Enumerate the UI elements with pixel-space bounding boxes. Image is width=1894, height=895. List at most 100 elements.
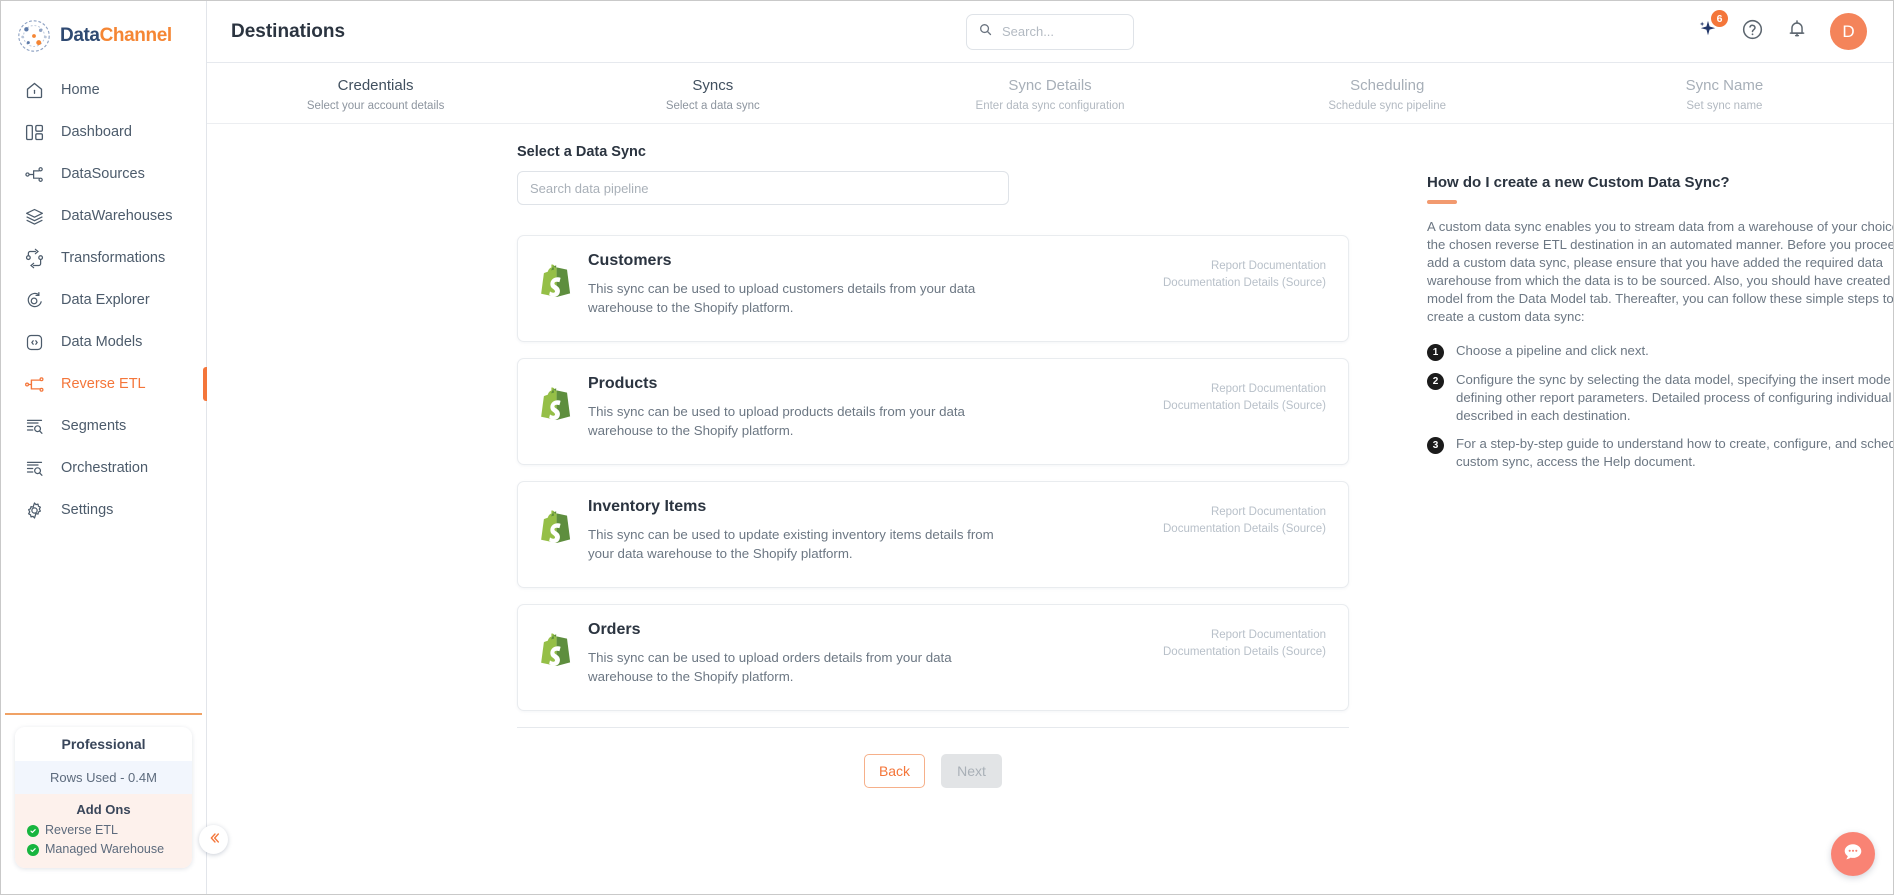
sidebar-item-home[interactable]: Home bbox=[1, 69, 206, 111]
top-bar-actions: 6 D bbox=[1697, 10, 1867, 50]
sidebar-item-datasources[interactable]: DataSources bbox=[1, 153, 206, 195]
notifications-button[interactable] bbox=[1786, 18, 1808, 45]
help-panel: How do I create a new Custom Data Sync? … bbox=[1412, 144, 1893, 788]
sync-card-body: Customers This sync can be used to uploa… bbox=[588, 252, 1147, 325]
sync-card-description: This sync can be used to upload products… bbox=[588, 404, 965, 438]
chat-bubble-icon bbox=[1841, 840, 1865, 869]
sync-card-links: Report Documentation Documentation Detai… bbox=[1163, 375, 1326, 448]
sidebar-item-label: Reverse ETL bbox=[61, 376, 146, 392]
check-circle-icon bbox=[27, 843, 39, 856]
documentation-details-source-link[interactable]: Documentation Details (Source) bbox=[1163, 398, 1326, 415]
report-documentation-link[interactable]: Report Documentation bbox=[1163, 627, 1326, 644]
segments-icon bbox=[23, 415, 45, 437]
shopify-icon bbox=[538, 387, 572, 425]
report-documentation-link[interactable]: Report Documentation bbox=[1163, 504, 1326, 521]
data-models-icon bbox=[23, 331, 45, 353]
help-button[interactable] bbox=[1741, 18, 1764, 46]
list-item: 1 Choose a pipeline and click next. bbox=[1427, 342, 1893, 361]
pipeline-search-input[interactable] bbox=[517, 171, 1009, 205]
report-documentation-link[interactable]: Report Documentation bbox=[1163, 381, 1326, 398]
sidebar-item-data-explorer[interactable]: Data Explorer bbox=[1, 279, 206, 321]
sidebar-item-label: Home bbox=[61, 82, 100, 98]
sync-selection-column: Select a Data Sync Search data pipeline … bbox=[207, 144, 1412, 788]
shopify-icon bbox=[538, 510, 572, 548]
home-icon bbox=[23, 79, 45, 101]
step-sync-name[interactable]: Sync Name Set sync name bbox=[1556, 75, 1893, 115]
sync-card-title: Inventory Items bbox=[588, 498, 707, 515]
brand-name-part2: Channel bbox=[99, 25, 173, 46]
sync-card-products[interactable]: Products This sync can be used to upload… bbox=[517, 358, 1349, 465]
help-circle-icon bbox=[1741, 18, 1764, 46]
chat-support-button[interactable] bbox=[1831, 832, 1875, 876]
back-button[interactable]: Back bbox=[864, 754, 925, 788]
datawarehouses-icon bbox=[23, 205, 45, 227]
sync-card-links: Report Documentation Documentation Detai… bbox=[1163, 498, 1326, 571]
sidebar-item-data-models[interactable]: Data Models bbox=[1, 321, 206, 363]
orchestration-icon bbox=[23, 457, 45, 479]
step-title: Syncs bbox=[692, 77, 734, 94]
step-subtitle: Enter data sync configuration bbox=[975, 100, 1125, 112]
dashboard-icon bbox=[23, 121, 45, 143]
step-sync-details[interactable]: Sync Details Enter data sync configurati… bbox=[881, 75, 1218, 115]
addon-label: Managed Warehouse bbox=[45, 842, 165, 856]
documentation-details-source-link[interactable]: Documentation Details (Source) bbox=[1163, 275, 1326, 292]
help-step-text: Configure the sync by selecting the data… bbox=[1456, 372, 1893, 423]
sync-card-title: Customers bbox=[588, 252, 672, 269]
step-subtitle: Set sync name bbox=[1686, 100, 1763, 112]
sync-card-body: Orders This sync can be used to upload o… bbox=[588, 621, 1147, 694]
sidebar-item-transformations[interactable]: Transformations bbox=[1, 237, 206, 279]
avatar-initial: D bbox=[1842, 21, 1855, 41]
sidebar-collapse-button[interactable] bbox=[199, 825, 228, 854]
global-search[interactable] bbox=[966, 13, 1134, 50]
documentation-details-source-link[interactable]: Documentation Details (Source) bbox=[1163, 521, 1326, 538]
help-panel-paragraph: A custom data sync enables you to stream… bbox=[1427, 219, 1893, 324]
sidebar-nav: Home Dashboard DataSources DataWarehouse… bbox=[1, 69, 207, 531]
sidebar-item-label: Segments bbox=[61, 418, 127, 434]
sync-card-body: Products This sync can be used to upload… bbox=[588, 375, 1147, 448]
wizard-stepper: Credentials Select your account details … bbox=[207, 63, 1893, 124]
sync-card-customers[interactable]: Customers This sync can be used to uploa… bbox=[517, 235, 1349, 342]
section-title-select-data-sync: Select a Data Sync bbox=[517, 144, 646, 160]
step-scheduling[interactable]: Scheduling Schedule sync pipeline bbox=[1219, 75, 1556, 115]
avatar[interactable]: D bbox=[1830, 13, 1867, 50]
wizard-button-row: Back Next bbox=[517, 754, 1349, 788]
gear-icon bbox=[23, 499, 45, 521]
sync-card-description: This sync can be used to update existing… bbox=[588, 527, 994, 561]
sync-card-inventory-items[interactable]: Inventory Items This sync can be used to… bbox=[517, 481, 1349, 588]
search-input[interactable] bbox=[1002, 24, 1122, 39]
sidebar-item-label: Orchestration bbox=[61, 460, 149, 476]
sidebar-item-datawarehouses[interactable]: DataWarehouses bbox=[1, 195, 206, 237]
report-documentation-link[interactable]: Report Documentation bbox=[1163, 258, 1326, 275]
step-syncs[interactable]: Syncs Select a data sync bbox=[544, 75, 881, 115]
sidebar-item-reverse-etl[interactable]: Reverse ETL bbox=[1, 363, 207, 405]
sync-card-title: Products bbox=[588, 375, 658, 392]
sync-card-description: This sync can be used to upload orders d… bbox=[588, 650, 952, 684]
brand-logo-block[interactable]: DataChannel bbox=[1, 1, 206, 63]
sidebar-item-dashboard[interactable]: Dashboard bbox=[1, 111, 206, 153]
list-item: 2 Configure the sync by selecting the da… bbox=[1427, 371, 1893, 425]
body-area: Select a Data Sync Search data pipeline … bbox=[207, 124, 1893, 788]
sidebar-item-segments[interactable]: Segments bbox=[1, 405, 206, 447]
ai-assistant-button[interactable]: 6 bbox=[1697, 10, 1728, 45]
search-icon bbox=[978, 22, 993, 42]
step-title: Credentials bbox=[337, 77, 414, 94]
documentation-details-source-link[interactable]: Documentation Details (Source) bbox=[1163, 644, 1326, 661]
step-credentials[interactable]: Credentials Select your account details bbox=[207, 75, 544, 115]
step-subtitle: Schedule sync pipeline bbox=[1328, 100, 1447, 112]
help-step-text: Choose a pipeline and click next. bbox=[1456, 343, 1649, 358]
sync-card-orders[interactable]: Orders This sync can be used to upload o… bbox=[517, 604, 1349, 711]
step-subtitle: Select a data sync bbox=[665, 100, 760, 112]
data-explorer-icon bbox=[23, 289, 45, 311]
shopify-icon bbox=[538, 633, 572, 671]
sync-card-links: Report Documentation Documentation Detai… bbox=[1163, 621, 1326, 694]
sidebar-item-orchestration[interactable]: Orchestration bbox=[1, 447, 206, 489]
list-item: 3 For a step-by-step guide to understand… bbox=[1427, 435, 1893, 471]
reverse-etl-icon bbox=[23, 373, 45, 395]
sidebar-item-settings[interactable]: Settings bbox=[1, 489, 206, 531]
datachannel-globe-logo-icon bbox=[15, 17, 53, 55]
content-area: Credentials Select your account details … bbox=[207, 63, 1893, 894]
sidebar-item-label: Transformations bbox=[61, 250, 166, 266]
help-panel-steps: 1 Choose a pipeline and click next. 2 Co… bbox=[1427, 342, 1893, 471]
step-number-badge: 1 bbox=[1427, 344, 1444, 361]
